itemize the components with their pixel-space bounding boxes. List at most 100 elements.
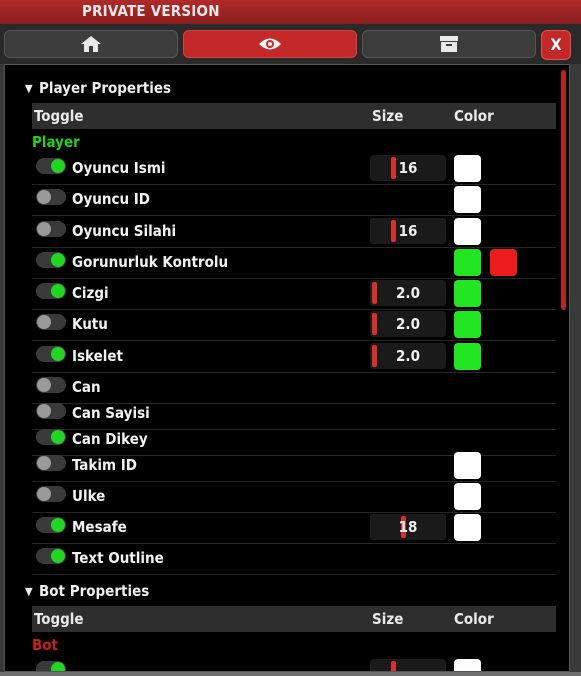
bot-row-partial — [32, 657, 556, 671]
color-swatch[interactable] — [454, 483, 481, 510]
player-table-header: Toggle Size Color — [32, 103, 556, 129]
toggle-switch[interactable] — [36, 486, 66, 502]
size-value: 16 — [398, 159, 418, 177]
size-value: 18 — [398, 518, 418, 536]
setting-label: Iskelet — [72, 347, 124, 365]
player-group-label: Player — [32, 133, 80, 151]
size-value: 16 — [398, 222, 418, 240]
eye-icon — [259, 38, 281, 50]
color-swatch[interactable] — [454, 452, 481, 479]
toggle-column-header: Toggle — [34, 107, 84, 125]
color-swatch[interactable] — [454, 311, 481, 338]
setting-label: Ulke — [72, 487, 106, 505]
setting-label: Gorunurluk Kontrolu — [72, 253, 229, 271]
toggle-knob — [37, 456, 51, 470]
toggle-switch[interactable] — [36, 517, 66, 533]
size-slider[interactable]: 16 — [370, 218, 446, 244]
player-properties-header[interactable]: ▼ Player Properties — [25, 79, 171, 97]
setting-label: Can — [72, 378, 101, 396]
player-row-text-outline: Text Outline — [32, 544, 556, 575]
setting-label: Kutu — [72, 315, 108, 333]
size-slider[interactable]: 18 — [370, 514, 446, 540]
toggle-switch[interactable] — [36, 189, 66, 205]
toggle-switch[interactable] — [36, 455, 66, 471]
setting-label: Takim ID — [72, 456, 137, 474]
toggle-switch[interactable] — [36, 429, 66, 445]
close-button[interactable]: X — [541, 30, 571, 60]
setting-label: Oyuncu Silahi — [72, 222, 177, 240]
setting-label: Oyuncu ID — [72, 190, 151, 208]
setting-label: Can Sayisi — [72, 404, 150, 422]
toggle-switch[interactable] — [36, 221, 66, 237]
color-column-header: Color — [454, 610, 494, 628]
size-slider[interactable]: 2.0 — [370, 311, 446, 337]
toggle-knob — [51, 159, 65, 173]
collapse-triangle-icon: ▼ — [25, 585, 33, 598]
size-slider[interactable]: 2.0 — [370, 343, 446, 369]
bot-group-label: Bot — [32, 636, 59, 654]
toggle-switch[interactable] — [36, 283, 66, 299]
setting-label: Can Dikey — [72, 430, 148, 448]
size-slider[interactable] — [370, 659, 446, 671]
toggle-knob — [37, 315, 51, 329]
settings-panel: ▼ Player Properties Toggle Size Color Pla… — [4, 64, 570, 672]
toggle-switch[interactable] — [36, 548, 66, 564]
toggle-switch[interactable] — [36, 661, 66, 671]
size-column-header: Size — [372, 610, 404, 628]
color-swatch[interactable] — [454, 249, 481, 276]
color-swatch[interactable] — [454, 659, 481, 671]
toggle-knob — [37, 222, 51, 236]
panel-scrollbar[interactable] — [561, 70, 566, 310]
tab-home[interactable] — [4, 30, 178, 58]
color-swatch[interactable] — [454, 218, 481, 245]
tab-visuals[interactable] — [183, 30, 357, 58]
color-column-header: Color — [454, 107, 494, 125]
toggle-knob — [37, 378, 51, 392]
bot-properties-header[interactable]: ▼ Bot Properties — [25, 582, 149, 600]
archive-icon — [440, 36, 458, 52]
bot-table-header: Toggle Size Color — [32, 606, 556, 632]
size-slider[interactable]: 2.0 — [370, 280, 446, 306]
toggle-switch[interactable] — [36, 314, 66, 330]
setting-label: Cizgi — [72, 284, 109, 302]
color-swatch[interactable] — [454, 343, 481, 370]
player-row-iskelet: Iskelet 2.0 — [32, 342, 556, 373]
toggle-switch[interactable] — [36, 346, 66, 362]
color-swatch[interactable] — [490, 249, 517, 276]
size-value: 2.0 — [396, 284, 420, 302]
size-value: 2.0 — [396, 347, 420, 365]
size-slider[interactable]: 16 — [370, 155, 446, 181]
toggle-switch[interactable] — [36, 158, 66, 174]
toggle-column-header: Toggle — [34, 610, 84, 628]
toggle-switch[interactable] — [36, 403, 66, 419]
color-swatch[interactable] — [454, 155, 481, 182]
setting-label: Text Outline — [72, 549, 164, 567]
player-row-oyuncu-id: Oyuncu ID — [32, 185, 556, 216]
toggle-knob — [37, 190, 51, 204]
home-icon — [81, 36, 101, 52]
toggle-knob — [51, 430, 65, 444]
player-row-mesafe: Mesafe 18 — [32, 513, 556, 544]
player-row-kutu: Kutu 2.0 — [32, 310, 556, 341]
toggle-knob — [51, 347, 65, 361]
color-swatch[interactable] — [454, 186, 481, 213]
color-swatch[interactable] — [454, 280, 481, 307]
toggle-switch[interactable] — [36, 252, 66, 268]
title-bar: PRIVATE VERSION — [0, 0, 581, 24]
setting-label: Oyuncu Ismi — [72, 159, 166, 177]
color-swatch[interactable] — [454, 514, 481, 541]
toggle-knob — [51, 253, 65, 267]
toggle-knob — [51, 518, 65, 532]
tab-bar — [0, 24, 581, 64]
tab-misc[interactable] — [362, 30, 536, 58]
size-column-header: Size — [372, 107, 404, 125]
player-row-oyuncu-silahi: Oyuncu Silahi 16 — [32, 217, 556, 248]
toggle-knob — [37, 404, 51, 418]
toggle-switch[interactable] — [36, 377, 66, 393]
setting-label: Mesafe — [72, 518, 127, 536]
toggle-knob — [51, 549, 65, 563]
player-row-oyuncu-ismi: Oyuncu Ismi 16 — [32, 154, 556, 185]
toggle-knob — [37, 487, 51, 501]
player-row-takim-id: Takim ID — [32, 451, 556, 482]
size-value: 2.0 — [396, 315, 420, 333]
